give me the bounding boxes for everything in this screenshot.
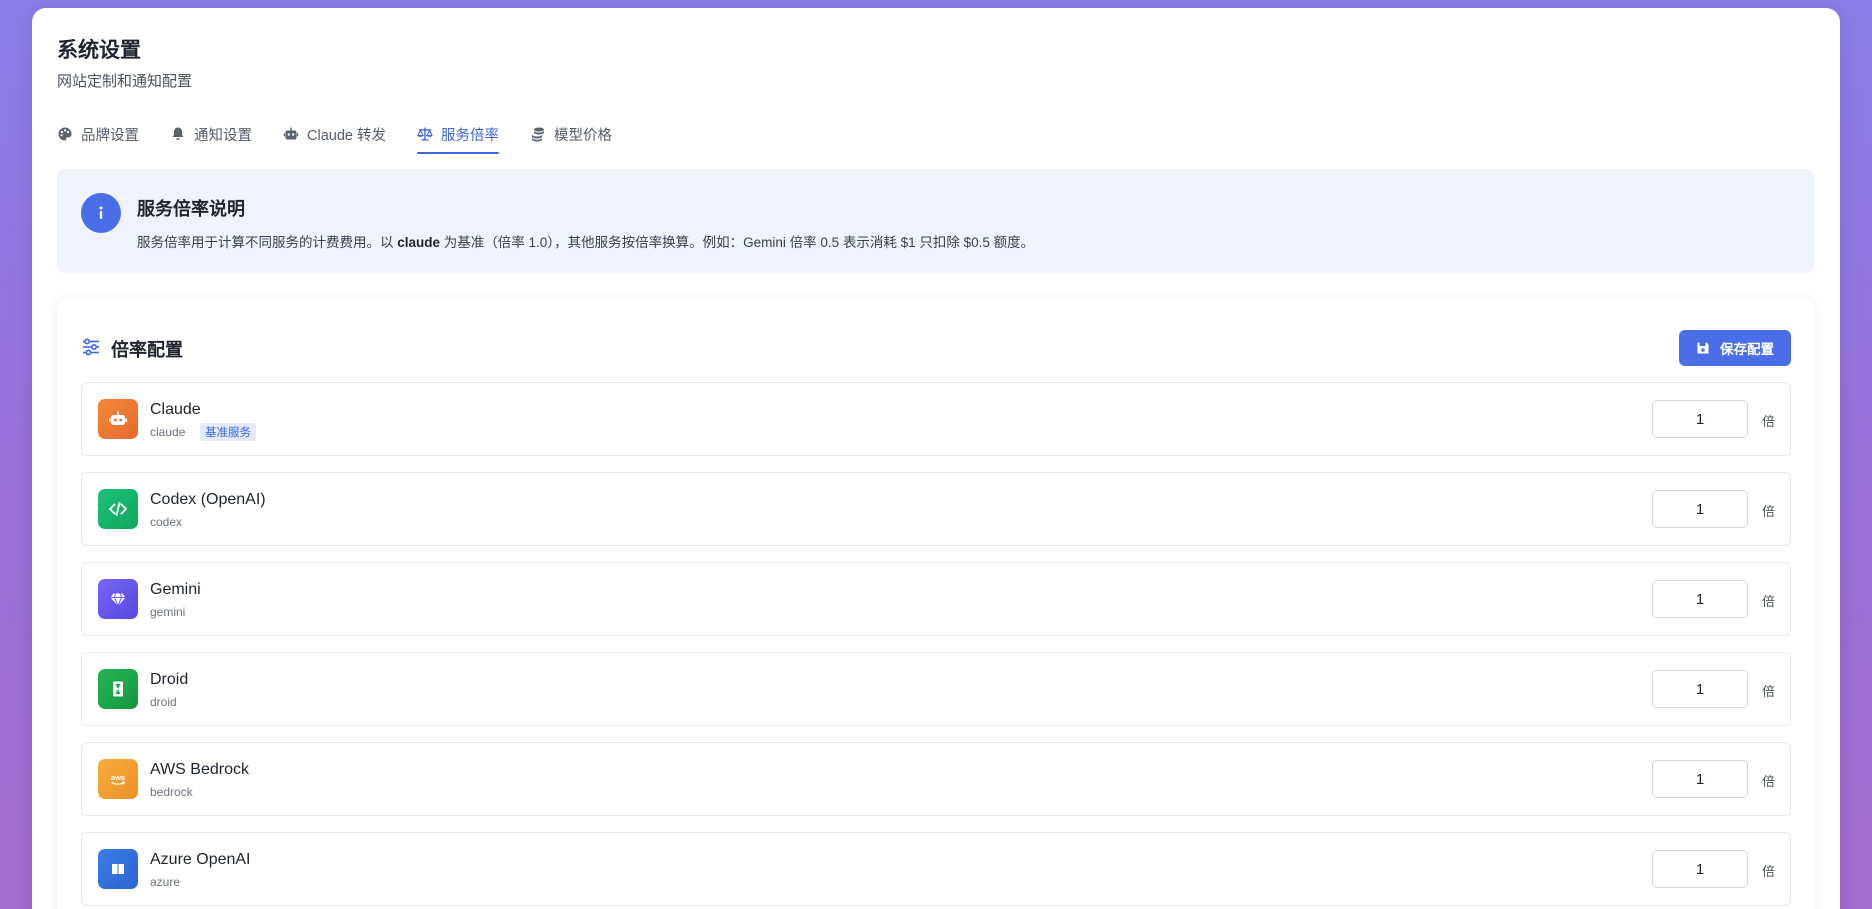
- service-id: claude: [150, 425, 186, 439]
- info-title: 服务倍率说明: [137, 199, 245, 219]
- page-subtitle: 网站定制和通知配置: [57, 73, 193, 90]
- service-name: Claude: [150, 401, 201, 418]
- rate-input-gemini[interactable]: [1652, 580, 1748, 618]
- page-title: 系统设置: [57, 39, 141, 62]
- service-name: Droid: [150, 671, 189, 688]
- tab-notifications[interactable]: 通知设置: [170, 114, 252, 154]
- robot-icon: [98, 399, 138, 439]
- save-button-label: 保存配置: [1720, 342, 1774, 357]
- service-id: azure: [150, 875, 181, 889]
- robot-icon: [283, 127, 299, 140]
- service-name: Gemini: [150, 581, 201, 598]
- rate-unit: 倍: [1762, 414, 1776, 429]
- windows-icon: [98, 849, 138, 889]
- svg-text:aws: aws: [111, 773, 125, 782]
- rate-unit: 倍: [1762, 684, 1776, 699]
- rate-input-azure[interactable]: [1652, 850, 1748, 888]
- rate-unit: 倍: [1762, 504, 1776, 519]
- tab-label: 品牌设置: [81, 127, 139, 144]
- rate-input-claude[interactable]: [1652, 400, 1748, 438]
- service-id: droid: [150, 695, 177, 709]
- rate-unit: 倍: [1762, 864, 1776, 879]
- tab-label: Claude 转发: [307, 127, 386, 144]
- save-config-button[interactable]: 保存配置: [1679, 330, 1791, 366]
- save-icon: [1697, 342, 1709, 354]
- service-id: bedrock: [150, 785, 193, 799]
- service-id: codex: [150, 515, 183, 529]
- service-row-claude: Claude claude 基准服务 倍: [81, 382, 1791, 456]
- gem-icon: [98, 579, 138, 619]
- code-icon: [98, 489, 138, 529]
- card-title: 倍率配置: [111, 340, 183, 360]
- service-row-codex: Codex (OpenAI) codex 倍: [81, 472, 1791, 546]
- bell-icon: [172, 127, 184, 140]
- palette-icon: [58, 127, 72, 141]
- aws-icon: aws: [98, 759, 138, 799]
- tab-model-pricing[interactable]: 模型价格: [530, 114, 612, 154]
- service-id: gemini: [150, 605, 186, 619]
- info-text: 服务倍率用于计算不同服务的计费费用。以 claude 为基准（倍率 1.0），其…: [137, 235, 1035, 250]
- service-row-gemini: Gemini gemini 倍: [81, 562, 1791, 636]
- rate-unit: 倍: [1762, 594, 1776, 609]
- tab-brand[interactable]: 品牌设置: [57, 114, 139, 154]
- rate-info-box: 服务倍率说明 服务倍率用于计算不同服务的计费费用。以 claude 为基准（倍率…: [57, 169, 1814, 273]
- tab-label: 通知设置: [194, 127, 252, 144]
- info-text-bold: claude: [397, 235, 441, 250]
- service-name: Azure OpenAI: [150, 851, 251, 868]
- baseline-badge: 基准服务: [200, 423, 256, 441]
- coins-icon: [531, 127, 544, 142]
- tab-claude-relay[interactable]: Claude 转发: [283, 114, 386, 154]
- tab-label: 模型价格: [553, 127, 612, 144]
- sliders-icon: [83, 338, 99, 356]
- tab-service-rates[interactable]: 服务倍率: [416, 114, 499, 154]
- rate-input-codex[interactable]: [1652, 490, 1748, 528]
- tab-bar: 品牌设置 通知设置 Claude 转发 服务倍率 模型价格: [57, 114, 643, 154]
- scale-icon: [417, 127, 433, 141]
- settings-panel: 系统设置 网站定制和通知配置 品牌设置 通知设置 Claude 转发 服务倍率 …: [32, 8, 1840, 909]
- service-name: Codex (OpenAI): [150, 491, 266, 508]
- hourglass-icon: [98, 669, 138, 709]
- service-name: AWS Bedrock: [150, 761, 249, 778]
- rate-unit: 倍: [1762, 774, 1776, 789]
- rate-input-bedrock[interactable]: [1652, 760, 1748, 798]
- info-icon: [81, 193, 121, 233]
- service-list: Claude claude 基准服务 倍 Codex (OpenAI) code…: [81, 382, 1791, 909]
- service-row-droid: Droid droid 倍: [81, 652, 1791, 726]
- service-row-bedrock: aws AWS Bedrock bedrock 倍: [81, 742, 1791, 816]
- rate-config-card: 倍率配置 保存配置 Claude claude 基准服务 倍: [57, 298, 1814, 909]
- service-row-azure: Azure OpenAI azure 倍: [81, 832, 1791, 906]
- tab-label: 服务倍率: [440, 127, 499, 144]
- rate-input-droid[interactable]: [1652, 670, 1748, 708]
